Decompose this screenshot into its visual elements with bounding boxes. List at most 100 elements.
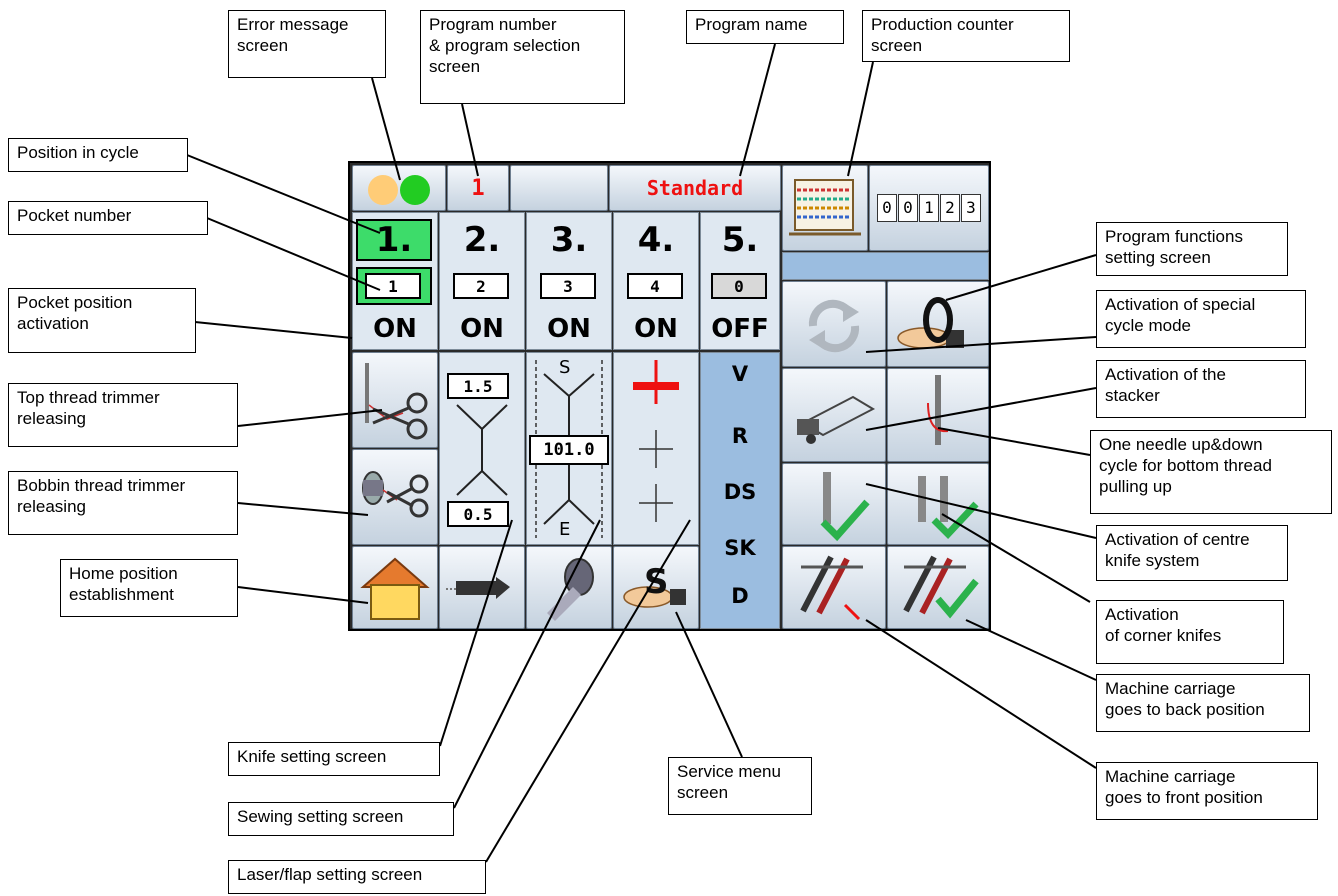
touchscreen-panel: 1 Standard 0 0 1 2 3 1. 2. 3. 4. 5. 1 2 … (348, 161, 991, 631)
pocket-status-3[interactable]: ON (526, 311, 612, 347)
service-menu-button[interactable]: S (613, 546, 699, 629)
cycle-letter-text: D (731, 584, 749, 608)
program-functions-button[interactable] (887, 281, 989, 367)
one-needle-cycle-button[interactable] (887, 368, 989, 462)
callout-home-position: Home position establishment (60, 559, 238, 617)
corner-knifes-button[interactable] (887, 463, 989, 545)
pocket-label-text: 4. (637, 220, 675, 260)
hand-ring-icon (897, 297, 964, 349)
stacker-icon (797, 395, 876, 444)
callout-text: Activation of centre knife system (1105, 530, 1250, 570)
knife-top-value: 1.5 (447, 373, 509, 399)
knife-tool-icon (446, 577, 510, 599)
callout-error-message: Error message screen (228, 10, 386, 78)
pocket-status-1[interactable]: ON (352, 311, 438, 347)
program-number: 1 (471, 175, 485, 201)
pocket-label-3: 3. (526, 219, 612, 261)
pocket-status-2[interactable]: ON (439, 311, 525, 347)
carriage-front-button[interactable] (782, 546, 886, 629)
pocket-status-text: ON (634, 314, 678, 344)
centre-knife-button[interactable] (782, 463, 886, 545)
pocket-number-3[interactable]: 3 (540, 273, 596, 299)
callout-text: Activation of corner knifes (1105, 605, 1222, 645)
svg-text:S: S (644, 562, 669, 602)
callout-text: Service menu screen (677, 762, 781, 802)
blank-button[interactable] (510, 165, 608, 211)
cycle-letter-sk: SK (700, 531, 780, 565)
counter-digit: 0 (877, 194, 897, 222)
status-lights-icon (368, 175, 430, 205)
knife-tool-button[interactable] (439, 546, 525, 629)
program-number-button[interactable]: 1 (447, 165, 509, 211)
sewing-tool-button[interactable] (526, 546, 612, 629)
callout-corner-knifes: Activation of corner knifes (1096, 600, 1284, 664)
callout-text: Activation of special cycle mode (1105, 295, 1256, 335)
callout-service-menu: Service menu screen (668, 757, 812, 815)
program-name-button[interactable]: Standard (609, 165, 781, 211)
program-name: Standard (646, 176, 744, 200)
knife-check-icon (820, 472, 870, 542)
carriage-back-button[interactable] (887, 546, 989, 629)
counter-display[interactable]: 0 0 1 2 3 (869, 165, 989, 251)
blue-strip (782, 252, 989, 280)
top-thread-trimmer-button[interactable] (352, 352, 438, 448)
knife-top-text: 1.5 (463, 376, 493, 396)
callout-text: Home position establishment (69, 564, 178, 604)
callout-sewing-setting: Sewing setting screen (228, 802, 454, 836)
counter-digit: 1 (919, 194, 939, 222)
counter-digit: 2 (940, 194, 960, 222)
production-counter-button[interactable] (782, 165, 868, 251)
pocket-number-4[interactable]: 4 (627, 273, 683, 299)
pocket-label-5: 5. (700, 219, 780, 261)
callout-text: Machine carriage goes to front position (1105, 767, 1263, 807)
pocket-label-text: 1. (375, 220, 413, 260)
tape-roll-icon (547, 558, 594, 621)
pocket-label-text: 3. (550, 220, 588, 260)
carriage-front-icon (800, 555, 863, 621)
scissors-icon (365, 363, 428, 440)
carriage-back-icon (903, 555, 979, 619)
knife-y-icon (456, 404, 508, 496)
bobbin-scissors-icon (362, 471, 429, 518)
pocket-status-text: ON (547, 314, 591, 344)
counter-digit: 3 (961, 194, 981, 222)
error-status-button[interactable] (352, 165, 446, 211)
hand-s-icon: S (623, 562, 686, 608)
callout-program-name: Program name (686, 10, 844, 44)
counter-digits: 0 0 1 2 3 (877, 194, 981, 222)
callout-knife-setting: Knife setting screen (228, 742, 440, 776)
counter-digit: 0 (898, 194, 918, 222)
callout-program-functions: Program functions setting screen (1096, 222, 1288, 276)
knife-bottom-text: 0.5 (463, 504, 493, 524)
pocket-label-1: 1. (356, 219, 432, 261)
callout-text: Bobbin thread trimmer releasing (17, 476, 186, 516)
callout-text: Error message screen (237, 15, 349, 55)
pocket-number-1[interactable]: 1 (365, 273, 421, 299)
callout-text: Activation of the stacker (1105, 365, 1226, 405)
home-position-button[interactable] (352, 546, 438, 629)
sewing-end-label: E (559, 519, 570, 540)
cycle-arrows-icon (808, 299, 860, 353)
callout-top-thread: Top thread trimmer releasing (8, 383, 238, 447)
pocket-status-text: ON (460, 314, 504, 344)
bobbin-thread-trimmer-button[interactable] (352, 449, 438, 545)
callout-program-number: Program number & program selection scree… (420, 10, 625, 104)
knife-bottom-value: 0.5 (447, 501, 509, 527)
callout-text: Machine carriage goes to back position (1105, 679, 1265, 719)
stacker-button[interactable] (782, 368, 886, 462)
pocket-number-5[interactable]: 0 (711, 273, 767, 299)
pocket-label-2: 2. (439, 219, 525, 261)
sewing-end-text: E (559, 519, 571, 540)
special-cycle-button[interactable] (782, 281, 886, 367)
corner-knife-check-icon (918, 476, 979, 540)
callout-carriage-back: Machine carriage goes to back position (1096, 674, 1310, 732)
cycle-letter-text: R (731, 424, 749, 448)
pocket-status-4[interactable]: ON (613, 311, 699, 347)
cycle-letter-r: R (700, 419, 780, 453)
pocket-number-2[interactable]: 2 (453, 273, 509, 299)
pocket-label-text: 2. (463, 220, 501, 260)
pocket-status-5[interactable]: OFF (700, 311, 780, 347)
cycle-letter-d: D (700, 579, 780, 613)
cycle-letter-text: DS (723, 480, 757, 504)
callout-text: Position in cycle (17, 143, 139, 162)
